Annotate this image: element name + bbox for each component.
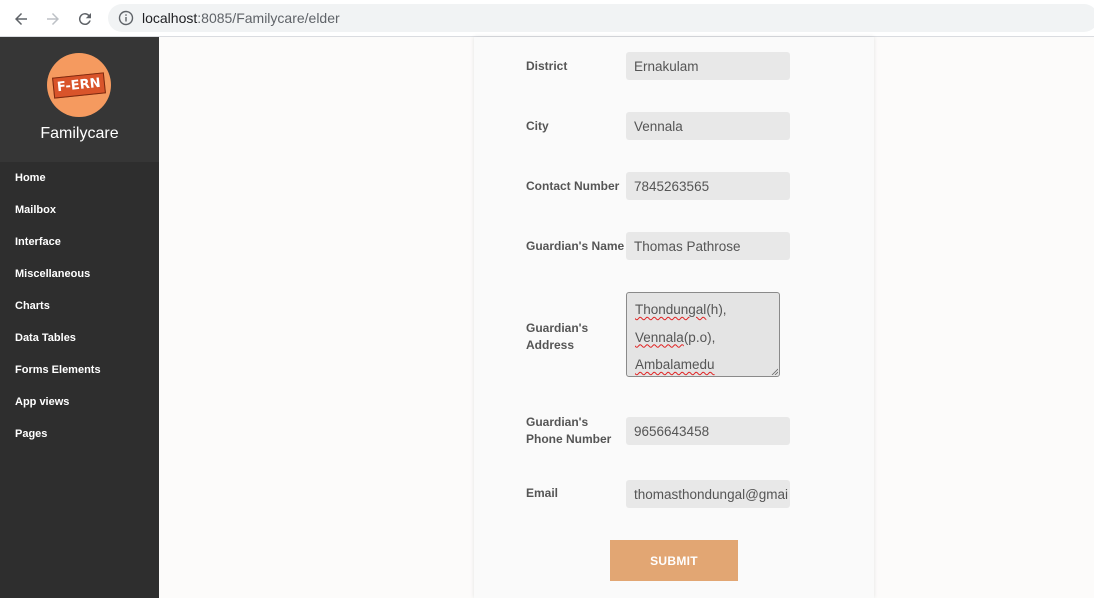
brand-block: F-ERN Familycare bbox=[0, 37, 159, 162]
brand-name: Familycare bbox=[40, 125, 119, 142]
url-text: localhost:8085/Familycare/elder bbox=[142, 10, 340, 26]
sidebar-item-forms-elements[interactable]: Forms Elements bbox=[0, 354, 159, 386]
sidebar-item-interface[interactable]: Interface bbox=[0, 226, 159, 258]
guardian-name-label: Guardian's Name bbox=[526, 239, 625, 253]
guardian-address-textarea[interactable]: Thondungal(h), Vennala(p.o), Ambalamedu bbox=[626, 292, 780, 377]
sidebar-item-app-views[interactable]: App views bbox=[0, 386, 159, 418]
sidebar-item-home[interactable]: Home bbox=[0, 162, 159, 194]
city-field[interactable] bbox=[626, 112, 790, 140]
browser-toolbar: localhost:8085/Familycare/elder bbox=[0, 0, 1094, 37]
sidebar-item-mailbox[interactable]: Mailbox bbox=[0, 194, 159, 226]
guardian-address-label: Guardian's Address bbox=[526, 321, 589, 352]
info-icon[interactable] bbox=[118, 10, 134, 26]
guardian-phone-field[interactable] bbox=[626, 417, 790, 445]
city-label: City bbox=[526, 119, 549, 133]
logo[interactable]: F-ERN bbox=[47, 53, 111, 117]
contact-number-field[interactable] bbox=[626, 172, 790, 200]
sidebar-item-charts[interactable]: Charts bbox=[0, 290, 159, 322]
guardian-phone-label: Guardian's Phone Number bbox=[526, 415, 612, 446]
email-label: Email bbox=[526, 486, 559, 500]
email-field[interactable] bbox=[626, 480, 790, 508]
address-bar[interactable]: localhost:8085/Familycare/elder bbox=[108, 4, 1094, 32]
sidebar-menu: Home Mailbox Interface Miscellaneous Cha… bbox=[0, 162, 159, 450]
sidebar-item-miscellaneous[interactable]: Miscellaneous bbox=[0, 258, 159, 290]
sidebar: F-ERN Familycare Home Mailbox Interface … bbox=[0, 37, 159, 598]
elder-form-card: District City Contact Number Guardian's … bbox=[474, 37, 874, 598]
guardian-name-field[interactable] bbox=[626, 232, 790, 260]
forward-icon[interactable] bbox=[41, 7, 65, 31]
contact-number-label: Contact Number bbox=[526, 179, 620, 193]
back-icon[interactable] bbox=[9, 7, 33, 31]
district-label: District bbox=[526, 59, 568, 73]
sidebar-item-data-tables[interactable]: Data Tables bbox=[0, 322, 159, 354]
reload-icon[interactable] bbox=[73, 7, 97, 31]
submit-button[interactable]: SUBMIT bbox=[610, 540, 738, 581]
resize-handle-icon[interactable] bbox=[771, 368, 778, 375]
district-field[interactable] bbox=[626, 52, 790, 80]
sidebar-item-pages[interactable]: Pages bbox=[0, 418, 159, 450]
